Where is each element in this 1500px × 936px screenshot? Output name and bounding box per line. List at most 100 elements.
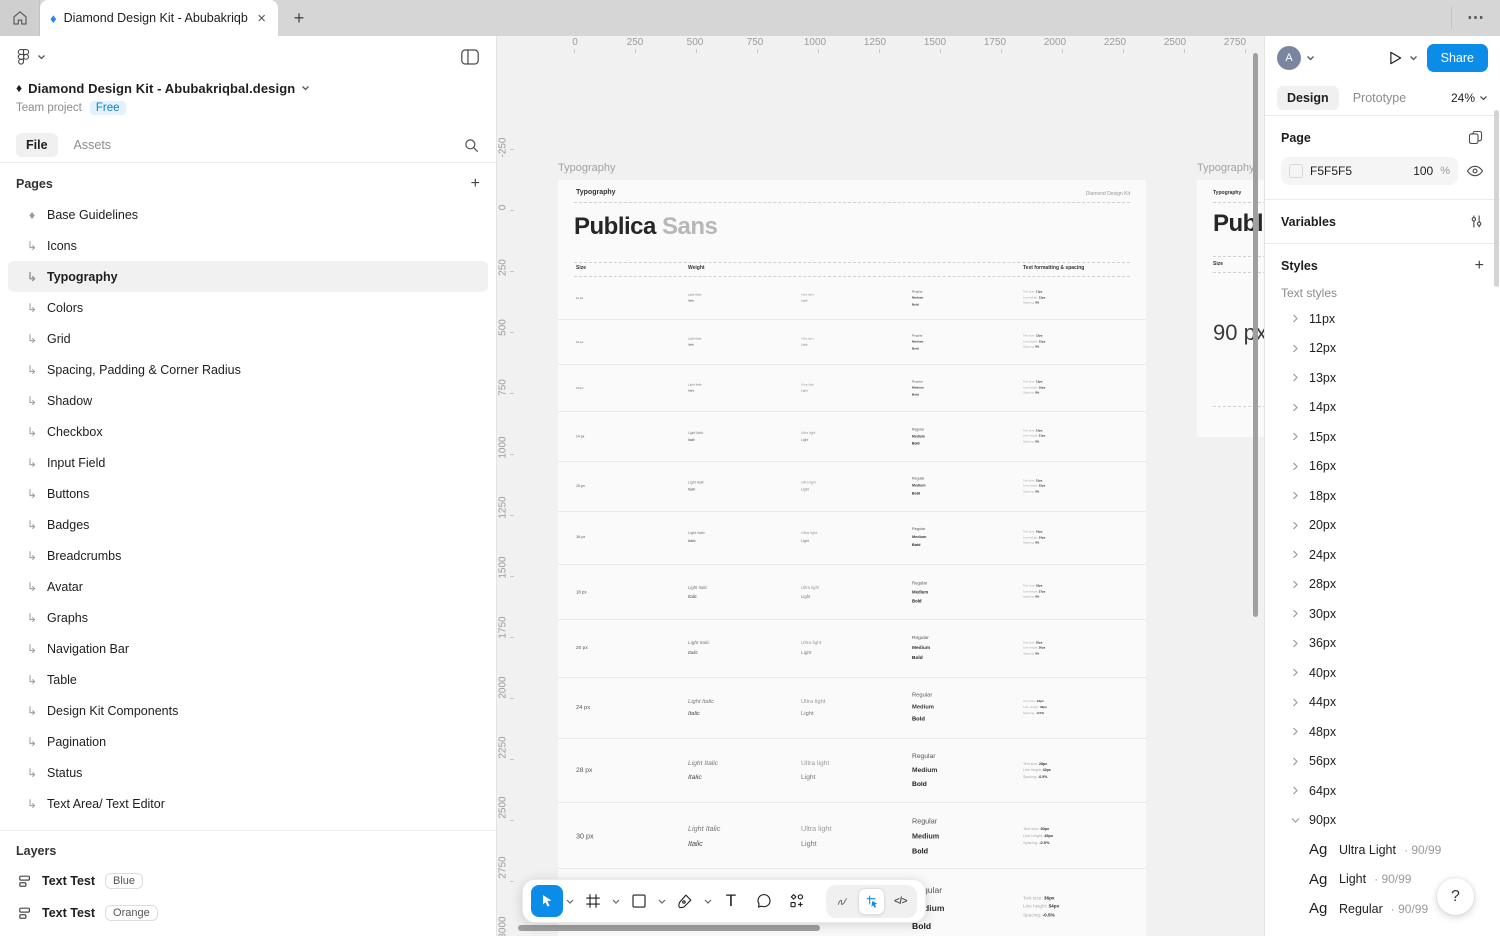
sidebar-page-item[interactable]: ↳ Table — [8, 664, 488, 695]
pages-icon[interactable] — [1467, 129, 1484, 146]
sidebar-page-item[interactable]: ↳ Grid — [8, 323, 488, 354]
text-style-row[interactable]: 18px — [1265, 481, 1500, 511]
frame-tool[interactable] — [577, 885, 609, 917]
text-style-row[interactable]: 56px — [1265, 747, 1500, 777]
window-menu-button[interactable]: ⋯ — [1452, 0, 1500, 36]
eye-visibility-icon[interactable] — [1466, 164, 1484, 178]
layer-item[interactable]: Text Test Blue — [0, 865, 496, 897]
help-button[interactable]: ? — [1437, 878, 1474, 915]
shape-tool[interactable] — [623, 885, 655, 917]
text-style-row[interactable]: 11px — [1265, 304, 1500, 334]
actions-tool[interactable] — [781, 885, 813, 917]
sidebar-page-item[interactable]: ↳ Typography — [8, 261, 488, 292]
present-play-icon[interactable] — [1386, 49, 1404, 67]
layer-item[interactable]: Text Test Orange — [0, 897, 496, 929]
sidebar-page-item[interactable]: ↳ Colors — [8, 292, 488, 323]
tab-file[interactable]: File — [16, 133, 58, 157]
page-item-icon: ↳ — [26, 548, 38, 563]
search-icon[interactable] — [463, 137, 480, 154]
sidebar-page-item[interactable]: ↳ Text Area/ Text Editor — [8, 788, 488, 819]
sidebar-page-item[interactable]: ↳ Buttons — [8, 478, 488, 509]
text-style-row[interactable]: 20px — [1265, 511, 1500, 541]
sidebar-page-item[interactable]: ↳ Icons — [8, 230, 488, 261]
move-tool[interactable] — [531, 885, 563, 917]
draw-mode-button[interactable] — [829, 888, 856, 915]
window-tab-bar: ♦ Diamond Design Kit - Abubakriqbal.desi… — [0, 0, 1500, 36]
layer-variant-badge[interactable]: Blue — [105, 873, 144, 889]
color-swatch[interactable] — [1289, 164, 1303, 178]
sidebar-page-item[interactable]: ↳ Avatar — [8, 571, 488, 602]
frame-tool-menu[interactable] — [610, 885, 622, 917]
comment-tool[interactable] — [748, 885, 780, 917]
tab-design[interactable]: Design — [1277, 85, 1339, 110]
page-color-hex[interactable]: F5F5F5 — [1310, 164, 1406, 178]
text-style-row[interactable]: 14px — [1265, 393, 1500, 423]
sidebar-page-item[interactable]: ↳ Badges — [8, 509, 488, 540]
sidebar-page-item[interactable]: ↳ Graphs — [8, 602, 488, 633]
chevron-down-icon[interactable] — [1409, 55, 1418, 61]
page-color-input[interactable]: F5F5F5 100 % — [1281, 157, 1458, 185]
file-tab[interactable]: ♦ Diamond Design Kit - Abubakriqbal.desi… — [40, 0, 278, 36]
panel-toggle-icon[interactable] — [460, 48, 480, 66]
shape-tool-menu[interactable] — [656, 885, 668, 917]
sidebar-page-item[interactable]: ↳ Input Field — [8, 447, 488, 478]
tab-assets[interactable]: Assets — [64, 133, 122, 157]
text-style-size-label: 44px — [1309, 695, 1337, 710]
sidebar-page-item[interactable]: ↳ Design Kit Components — [8, 695, 488, 726]
sidebar-page-item[interactable]: ↳ Shadow — [8, 385, 488, 416]
dev-mode-button[interactable]: </> — [887, 888, 914, 915]
sidebar-page-item[interactable]: ↳ Breadcrumbs — [8, 540, 488, 571]
text-tool[interactable]: T — [715, 885, 747, 917]
text-style-row[interactable]: 30px — [1265, 599, 1500, 629]
avatar[interactable]: A — [1277, 46, 1301, 70]
canvas[interactable]: Typography Typography Diamond Design Kit… — [497, 36, 1264, 936]
text-style-row[interactable]: 15px — [1265, 422, 1500, 452]
design-mode-button[interactable] — [858, 887, 885, 915]
text-style-row[interactable]: 90px — [1265, 806, 1500, 836]
sidebar-page-item[interactable]: ↳ Status — [8, 757, 488, 788]
chevron-down-icon[interactable] — [1306, 55, 1315, 61]
pen-tool[interactable] — [669, 885, 701, 917]
share-button[interactable]: Share — [1426, 44, 1488, 72]
new-tab-button[interactable]: + — [278, 0, 320, 36]
text-style-row[interactable]: 36px — [1265, 629, 1500, 659]
sidebar-page-item[interactable]: ↳ Spacing, Padding & Corner Radius — [8, 354, 488, 385]
pen-tool-menu[interactable] — [702, 885, 714, 917]
plan-badge[interactable]: Free — [89, 101, 126, 115]
layer-variant-badge[interactable]: Orange — [105, 905, 158, 921]
sidebar-page-item[interactable]: ♦ Base Guidelines — [8, 199, 488, 230]
text-style-row[interactable]: 44px — [1265, 688, 1500, 718]
close-tab-icon[interactable]: × — [255, 11, 268, 26]
sidebar-page-item[interactable]: ↳ Pagination — [8, 726, 488, 757]
tab-prototype[interactable]: Prototype — [1343, 86, 1417, 110]
text-style-row[interactable]: 64px — [1265, 776, 1500, 806]
text-style-row[interactable]: 48px — [1265, 717, 1500, 747]
zoom-control[interactable]: 24% — [1451, 91, 1488, 105]
text-style-row[interactable]: 12px — [1265, 334, 1500, 364]
move-tool-menu[interactable] — [564, 885, 576, 917]
row-size-label: 20 px — [576, 645, 588, 651]
ruler-tick-label: 2500 — [1163, 37, 1187, 48]
sidebar-page-item[interactable]: ↳ Navigation Bar — [8, 633, 488, 664]
text-style-row[interactable]: 16px — [1265, 452, 1500, 482]
home-button[interactable] — [0, 0, 40, 36]
canvas-horizontal-scrollbar[interactable] — [518, 925, 820, 931]
panel-scrollbar[interactable] — [1494, 110, 1499, 287]
file-name-menu[interactable]: ♦ Diamond Design Kit - Abubakriqbal.desi… — [16, 78, 480, 98]
typography-frame[interactable]: Typography Diamond Design Kit Publica Sa… — [558, 180, 1146, 936]
sidebar-page-item[interactable]: ↳ Checkbox — [8, 416, 488, 447]
add-style-button[interactable]: + — [1475, 258, 1484, 274]
main-menu-button[interactable] — [16, 48, 46, 66]
style-variant-row[interactable]: Ag Ultra Light · 90/99 — [1265, 835, 1500, 865]
text-style-row[interactable]: 28px — [1265, 570, 1500, 600]
frame-label[interactable]: Typography — [1197, 162, 1254, 174]
frame-header-brand: Diamond Design Kit — [1085, 191, 1130, 197]
canvas-vertical-scrollbar[interactable] — [1253, 53, 1258, 617]
variables-sliders-icon[interactable] — [1469, 214, 1484, 229]
add-page-button[interactable]: + — [471, 176, 480, 192]
text-style-row[interactable]: 13px — [1265, 363, 1500, 393]
text-style-row[interactable]: 24px — [1265, 540, 1500, 570]
text-style-row[interactable]: 40px — [1265, 658, 1500, 688]
page-opacity-value[interactable]: 100 — [1413, 164, 1433, 178]
frame-label[interactable]: Typography — [558, 162, 615, 174]
